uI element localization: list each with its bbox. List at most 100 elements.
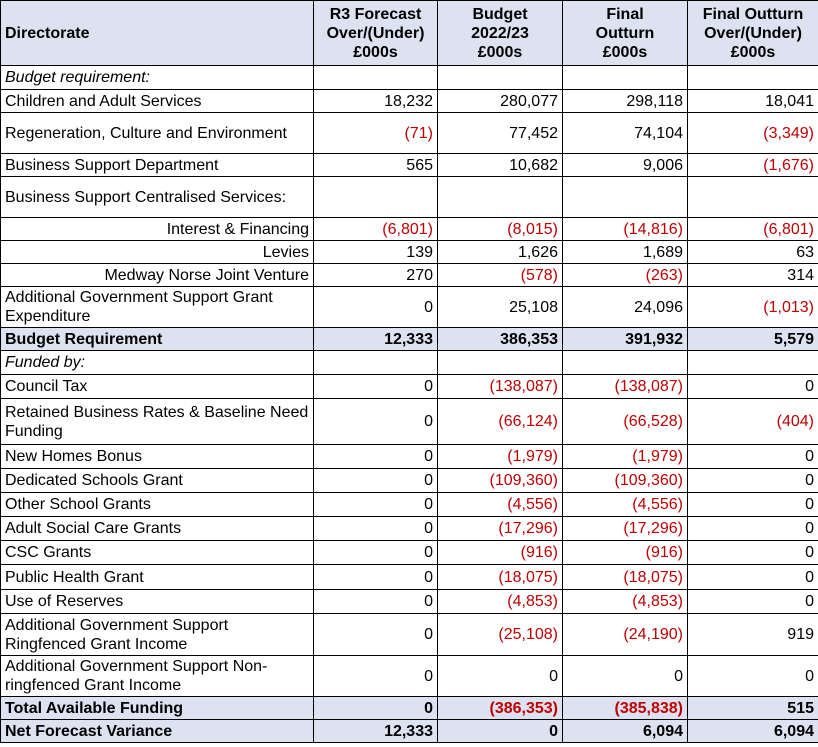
row-value: 0	[313, 398, 438, 445]
row-value: 12,333	[313, 327, 438, 351]
row-value	[437, 176, 563, 218]
row-value: 0	[687, 374, 818, 399]
header-budget-line2: 2022/23	[471, 24, 529, 42]
row-value: 280,077	[437, 89, 563, 113]
row-value: 9,006	[562, 153, 688, 177]
table-row: Budget requirement:	[0, 65, 818, 90]
table-row: Total Available Funding 0 (386,353) (385,83…	[0, 696, 818, 720]
row-value: 298,118	[562, 89, 688, 113]
row-label: Medway Norse Joint Venture	[0, 263, 314, 287]
row-value: (138,087)	[437, 374, 563, 399]
row-value: 0	[687, 444, 818, 469]
row-value: 10,682	[437, 153, 563, 177]
table-row: New Homes Bonus 0 (1,979) (1,979) 0	[0, 444, 818, 469]
row-value: (14,816)	[562, 217, 688, 241]
row-value: 0	[313, 589, 438, 614]
header-final-line3: £000s	[602, 43, 648, 61]
row-value: 18,041	[687, 89, 818, 113]
row-value: 0	[687, 589, 818, 614]
row-value	[437, 65, 563, 90]
row-value: 391,932	[562, 327, 688, 351]
row-label: Council Tax	[0, 374, 314, 399]
row-value: (109,360)	[437, 468, 563, 493]
row-value: 139	[313, 240, 438, 264]
row-value: (17,296)	[562, 516, 688, 541]
table-row: Business Support Centralised Services:	[0, 176, 818, 218]
row-value: 0	[313, 655, 438, 697]
row-value: (71)	[313, 112, 438, 154]
row-value: (66,528)	[562, 398, 688, 445]
row-value: 12,333	[313, 719, 438, 743]
row-value: 0	[437, 655, 563, 697]
row-value: (385,838)	[562, 696, 688, 720]
row-value	[437, 350, 563, 375]
table-row: Dedicated Schools Grant 0 (109,360) (109,36…	[0, 468, 818, 493]
header-budget: Budget 2022/23 £000s	[437, 0, 563, 66]
row-value: 0	[313, 468, 438, 493]
row-value: 25,108	[437, 286, 563, 328]
row-value	[687, 176, 818, 218]
row-value: (4,556)	[562, 492, 688, 517]
row-label: Use of Reserves	[0, 589, 314, 614]
header-final-line2: Outturn	[595, 24, 655, 42]
row-value	[313, 350, 438, 375]
row-value: 270	[313, 263, 438, 287]
row-value: (1,979)	[562, 444, 688, 469]
row-value: (3,349)	[687, 112, 818, 154]
row-label: Interest & Financing	[0, 217, 314, 241]
row-value: (578)	[437, 263, 563, 287]
row-value: 1,626	[437, 240, 563, 264]
header-r3-line1: R3 Forecast	[329, 5, 422, 23]
table-row: Interest & Financing (6,801) (8,015) (14,81…	[0, 217, 818, 241]
row-label: Dedicated Schools Grant	[0, 468, 314, 493]
row-label: Budget Requirement	[0, 327, 314, 351]
row-value: 919	[687, 613, 818, 656]
row-value: 5,579	[687, 327, 818, 351]
row-label: Business Support Department	[0, 153, 314, 177]
header-r3-line2: Over/(Under)	[326, 24, 425, 42]
row-value: 0	[687, 492, 818, 517]
table-row: Funded by:	[0, 350, 818, 375]
table-row: Additional Government Support Non-ringfe…	[0, 655, 818, 697]
table-row: Retained Business Rates & Baseline Need …	[0, 398, 818, 445]
row-value: (109,360)	[562, 468, 688, 493]
row-value: (4,556)	[437, 492, 563, 517]
row-value: 77,452	[437, 112, 563, 154]
row-value: 0	[313, 492, 438, 517]
table-row: Levies 139 1,626 1,689 63	[0, 240, 818, 264]
row-label: Adult Social Care Grants	[0, 516, 314, 541]
header-final-line1: Final	[606, 5, 644, 23]
row-label: Regeneration, Culture and Environment	[0, 112, 314, 154]
row-value: (386,353)	[437, 696, 563, 720]
table-row: Net Forecast Variance 12,333 0 6,094 6,094	[0, 719, 818, 743]
row-value: 74,104	[562, 112, 688, 154]
row-value: 0	[437, 719, 563, 743]
row-value: 0	[313, 564, 438, 590]
table-row: Use of Reserves 0 (4,853) (4,853) 0	[0, 589, 818, 614]
row-label: Public Health Grant	[0, 564, 314, 590]
row-label: Total Available Funding	[0, 696, 314, 720]
table-row: Council Tax 0 (138,087) (138,087) 0	[0, 374, 818, 399]
budget-table: Directorate R3 Forecast Over/(Under) £00…	[0, 0, 818, 743]
row-value: 314	[687, 263, 818, 287]
header-r3-forecast: R3 Forecast Over/(Under) £000s	[313, 0, 438, 66]
header-budget-line1: Budget	[472, 5, 528, 23]
row-label: Additional Government Support Ringfenced…	[0, 613, 314, 656]
header-row: Directorate R3 Forecast Over/(Under) £00…	[0, 0, 818, 66]
header-variance-line1: Final Outturn	[702, 5, 804, 23]
header-outturn-variance: Final Outturn Over/(Under) £000s	[687, 0, 818, 66]
row-value: 0	[687, 564, 818, 590]
row-value: 0	[562, 655, 688, 697]
row-value: (916)	[562, 540, 688, 565]
row-value: 24,096	[562, 286, 688, 328]
row-value	[313, 176, 438, 218]
row-value: (24,190)	[562, 613, 688, 656]
row-value: (18,075)	[562, 564, 688, 590]
row-label: Budget requirement:	[0, 65, 314, 90]
row-value: 0	[313, 286, 438, 328]
table-row: Medway Norse Joint Venture 270 (578) (263) 3…	[0, 263, 818, 287]
row-value: (138,087)	[562, 374, 688, 399]
table-row: Additional Government Support Ringfenced…	[0, 613, 818, 656]
row-label: Other School Grants	[0, 492, 314, 517]
row-value: 565	[313, 153, 438, 177]
